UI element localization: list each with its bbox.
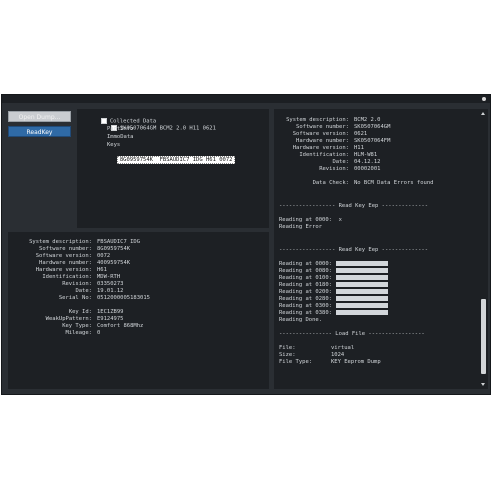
app-window: Open Dump... ReadKey Collected Data SK05… [1,94,491,395]
log-header: ---------------- Load File -------------… [279,331,425,337]
file-row: File Type: KEY Eeprom Dump [279,359,381,365]
open-dump-button[interactable]: Open Dump... [8,111,71,122]
bcm-row: Hardware number: SK0507064FM [296,138,391,144]
log-line: Reading at 0000: [279,261,479,268]
bcm-row: Software number: SK0507064GM [296,124,391,130]
log-line: Reading at 0080: [279,268,479,275]
bcm-row: Revision: 00002001 [319,166,381,172]
tree-item-keys[interactable]: Keys [107,142,120,149]
log-scrollbar[interactable] [479,109,488,389]
info-row: Serial No: 0512000005183015 [58,295,150,301]
data-tree[interactable]: Collected Data SK0507064GM BCM2 2.0 H11 … [77,109,269,228]
progress-fill [335,268,388,273]
log-line: Reading at 0300: [279,303,479,310]
log-line: Reading at 0280: [279,296,479,303]
info-row: Key Type: Comfort 868Mhz [62,323,144,329]
log-line: Reading at 0200: [279,289,479,296]
file-row: File: virtual [279,345,355,351]
bcm-row: Identification: HLM-W81 [299,152,378,158]
log-line: Reading at 0380: [279,310,479,317]
log-header: ----------------- Read Key Eep ---------… [279,247,429,253]
progress-fill [335,275,388,280]
tree-item-selected-key[interactable]: 8G0959754K FBSAUDIC7 IDG H61 0072 [97,150,236,171]
info-row: Hardware number: 400959754K [39,260,131,266]
info-row: Key Id: 1EC1ZB99 [68,309,124,315]
info-row: Software number: 8G0959754K [39,246,131,252]
scroll-down-icon[interactable] [481,383,485,386]
bcm-row: Date: 04.12.12 [332,159,381,165]
progress-fill [335,261,388,266]
info-row: Hardware version: H61 [35,267,107,273]
progress-fill [335,296,388,301]
log-line: Reading at 0000: x [279,217,342,223]
info-row: Mileage: 0 [65,330,101,336]
close-icon[interactable] [482,97,486,101]
info-row: Software version: 0072 [35,253,111,259]
title-bar [2,95,490,103]
info-row: WeakUpPattern: E9124975 [45,316,124,322]
log-header: ----------------- Read Key Eep ---------… [279,203,429,209]
info-row: Revision: 03350273 [62,281,124,287]
info-row: Date: 19.01.12 [75,288,124,294]
log-content: System description: BCM2 2.0 Software num… [279,117,479,366]
bcm-row: System description: BCM2 2.0 [286,117,381,123]
scroll-thumb[interactable] [481,299,486,374]
data-check-row: Data Check: No BCM Data Errors found [312,180,434,186]
log-panel[interactable]: System description: BCM2 2.0 Software num… [274,109,484,389]
info-row: Identification: MDW-RTH [42,274,121,280]
key-info-list: System description: FBSAUDIC7 IDG Softwar… [14,239,150,337]
tree-item-partinfo[interactable]: PartInfo [107,126,134,133]
log-line: Reading Error [279,224,323,230]
tree-item-immodata[interactable]: ImmoData [107,134,134,141]
progress-fill [335,289,388,294]
info-row: System description: FBSAUDIC7 IDG [29,239,141,245]
log-line: Reading at 0180: [279,282,479,289]
read-key-button[interactable]: ReadKey [8,126,71,137]
scroll-up-icon[interactable] [481,112,485,115]
bcm-row: Software version: 0621 [292,131,368,137]
log-line: Reading Done. [279,317,323,323]
bcm-row: Hardware version: H11 [292,145,364,151]
progress-fill [335,282,388,287]
file-row: Size: 1024 [279,352,345,358]
progress-fill [335,303,388,308]
progress-fill [335,310,388,315]
key-info-panel: System description: FBSAUDIC7 IDG Softwar… [8,232,269,389]
log-line: Reading at 0100: [279,275,479,282]
